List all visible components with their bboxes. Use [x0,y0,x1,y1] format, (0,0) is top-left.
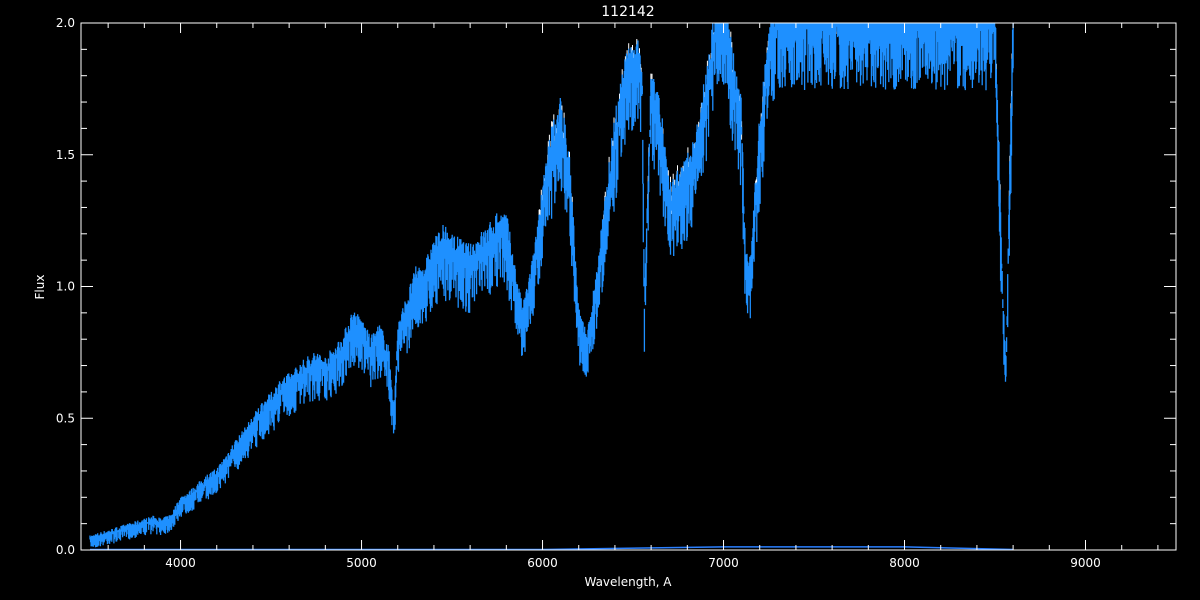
spectrum-layer [89,23,1014,551]
chart-title: 112142 [601,4,654,20]
error-line [90,546,1014,551]
y-tick-label: 0.0 [56,543,75,557]
x-tick-label: 9000 [1070,556,1101,570]
y-tick-label: 1.0 [56,280,75,294]
x-axis-title: Wavelength, A [584,575,672,589]
x-tick-label: 5000 [346,556,377,570]
y-axis-title: Flux [33,275,47,300]
spectrum-plot: 112142 4000 5000 6000 7000 8000 9000 0.0 0.5 1.… [0,0,1200,600]
x-tick-label: 7000 [708,556,739,570]
y-tick-label: 2.0 [56,16,75,30]
x-tick-label: 6000 [527,556,558,570]
x-tick-label: 8000 [889,556,920,570]
x-tick-label: 4000 [165,556,196,570]
y-tick-label: 0.5 [56,411,75,425]
y-tick-label: 1.5 [56,148,75,162]
chart-svg: 112142 4000 5000 6000 7000 8000 9000 0.0 0.5 1.… [33,4,1177,589]
spectrum-line [89,23,1014,548]
